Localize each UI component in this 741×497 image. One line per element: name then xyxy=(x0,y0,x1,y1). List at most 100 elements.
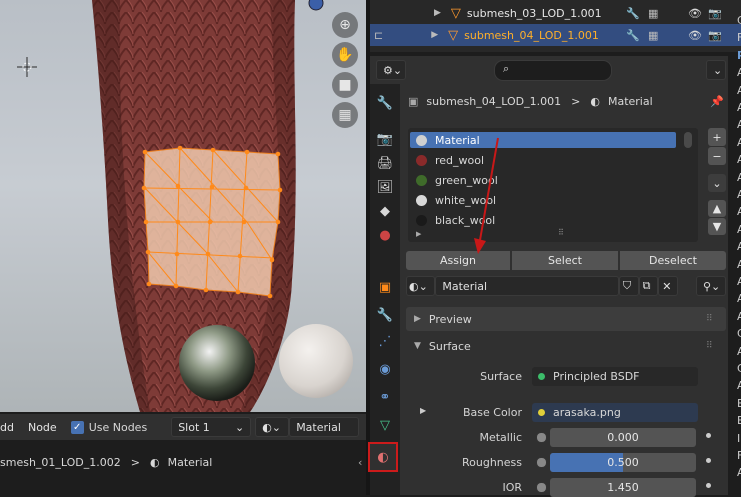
constraints-tab-icon[interactable]: ⚭ xyxy=(374,386,396,408)
eye-icon[interactable]: 👁 xyxy=(688,29,702,42)
outliner-item-name[interactable]: submesh_04_LOD_1.001 xyxy=(464,29,599,42)
move-up-button[interactable]: ▲ xyxy=(708,200,726,217)
base-color-label: Base Color xyxy=(462,406,522,419)
scene-tab-icon[interactable]: ◆ xyxy=(374,200,396,222)
keyframe-dot-icon[interactable] xyxy=(706,458,711,463)
tool-tab-icon[interactable]: 🔧 xyxy=(374,92,396,114)
breadcrumb-separator: > xyxy=(571,94,581,108)
material-preview-icon xyxy=(416,194,427,206)
object-tab-icon[interactable]: ▣ xyxy=(374,276,396,298)
options-dropdown[interactable]: ⌄ xyxy=(706,60,726,80)
metallic-slider[interactable]: 0.000 xyxy=(550,428,696,447)
hand-pan-icon[interactable]: ✋ xyxy=(332,42,358,68)
strip-char: A xyxy=(737,222,741,236)
roughness-label: Roughness xyxy=(461,456,522,469)
metallic-value: 0.000 xyxy=(607,431,639,444)
fake-user-shield-icon[interactable]: ⛉ xyxy=(618,276,639,296)
roughness-slider[interactable]: 0.500 xyxy=(550,453,696,472)
breadcrumb-object: submesh_04_LOD_1.001 xyxy=(426,94,562,108)
node-editor-header: dd Node ✓ Use Nodes Slot 1 ⌄ ◐ ⌄ Material xyxy=(0,414,366,440)
render-tab-icon[interactable]: 📷 xyxy=(374,128,396,150)
browse-material-button[interactable]: ◐ ⌄ xyxy=(406,276,436,296)
select-button[interactable]: Select xyxy=(512,251,618,270)
3d-viewport[interactable]: ⊕ ✋ ■ ▦ xyxy=(0,0,366,412)
material-sphere-icon: ◐ xyxy=(150,455,160,469)
list-item-selected[interactable]: Material xyxy=(410,132,676,148)
remove-slot-button[interactable]: − xyxy=(708,147,726,165)
editor-type-button[interactable]: ⚙ ⌄ xyxy=(376,60,406,80)
zoom-icon[interactable]: ⊕ xyxy=(332,12,358,38)
output-tab-icon[interactable]: 🖨 xyxy=(374,152,396,174)
list-scrollbar[interactable] xyxy=(684,132,692,148)
material-tab-icon[interactable]: ◐ xyxy=(368,442,398,472)
strip-char: A xyxy=(737,309,741,323)
modifier-tab-icon[interactable]: 🔧 xyxy=(374,304,396,326)
particles-tab-icon[interactable]: ⋰ xyxy=(374,330,396,352)
strip-char: A xyxy=(737,83,741,97)
strip-char: F xyxy=(737,449,741,462)
pin-icon[interactable]: 📌 xyxy=(710,95,724,108)
view-layer-tab-icon[interactable]: 🖼 xyxy=(374,176,396,198)
chevron-down-icon: ⌄ xyxy=(271,420,282,434)
menu-add[interactable]: dd xyxy=(0,421,14,434)
strip-char: A xyxy=(737,257,741,271)
keyframe-dot-icon[interactable] xyxy=(706,483,711,488)
expand-arrow-icon[interactable]: ▶ xyxy=(434,8,441,18)
breadcrumb-object: smesh_01_LOD_1.002 xyxy=(0,455,121,469)
strip-char: A xyxy=(737,344,741,358)
material-name-field[interactable]: Material xyxy=(289,417,360,437)
camera-render-icon[interactable]: 📷 xyxy=(708,29,722,42)
outliner-row[interactable]: ▶ ▽ submesh_03_LOD_1.001 🔧 ▦ 👁 📷 xyxy=(370,2,741,24)
checkmark-icon: ✓ xyxy=(70,420,84,434)
material-name-input[interactable]: Material xyxy=(435,276,619,296)
material-sphere-icon: ◐ xyxy=(590,94,600,108)
deselect-button[interactable]: Deselect xyxy=(620,251,726,270)
specials-menu-button[interactable]: ⌄ xyxy=(708,174,726,192)
base-color-field[interactable]: arasaka.png xyxy=(532,403,698,422)
add-slot-button[interactable]: + xyxy=(708,128,726,146)
minus-icon: − xyxy=(712,149,722,163)
expand-arrow-icon[interactable]: ▶ xyxy=(431,30,438,40)
strip-char: C xyxy=(737,327,741,341)
node-link-dropdown[interactable]: ⚲ ⌄ xyxy=(695,276,726,296)
grid-icon[interactable]: ▦ xyxy=(332,102,358,128)
expand-arrow-icon[interactable]: ▶ xyxy=(420,406,426,415)
physics-tab-icon[interactable]: ◉ xyxy=(374,358,396,380)
surface-panel-header[interactable]: ▼ Surface ⠿ xyxy=(406,334,726,358)
use-nodes-checkbox[interactable]: ✓ Use Nodes xyxy=(70,420,147,434)
resize-grip-icon[interactable]: ⠿ xyxy=(558,228,564,237)
outliner-item-name[interactable]: submesh_03_LOD_1.001 xyxy=(467,7,602,20)
expanded-arrow-icon: ▼ xyxy=(414,341,421,351)
surface-shader-field[interactable]: Principled BSDF xyxy=(532,367,698,386)
surface-label: Surface xyxy=(428,339,471,353)
camera-icon[interactable]: ■ xyxy=(332,72,358,98)
chevron-down-icon: ⌄ xyxy=(711,279,721,293)
chevron-down-icon: ⌄ xyxy=(418,279,428,293)
properties-search-input[interactable]: ⌕ xyxy=(494,60,612,81)
camera-render-icon[interactable]: 📷 xyxy=(708,7,722,20)
wrench-icon[interactable]: 🔧 xyxy=(626,7,640,20)
close-icon[interactable]: ✕ xyxy=(658,276,678,296)
chevron-down-icon: ⌄ xyxy=(712,176,722,190)
strip-char: A xyxy=(737,292,741,306)
collapse-arrow-icon[interactable]: ‹ xyxy=(358,456,362,469)
menu-node[interactable]: Node xyxy=(28,421,57,434)
preview-panel-header[interactable]: ▶ Preview ⠿ xyxy=(406,307,726,331)
duplicate-icon[interactable]: ⧉ xyxy=(638,276,659,296)
wrench-icon[interactable]: 🔧 xyxy=(626,29,640,42)
drag-grip-icon[interactable]: ⠿ xyxy=(706,341,713,351)
properties-editor-icon: ⚙ xyxy=(383,63,393,77)
data-tab-icon[interactable]: ▽ xyxy=(374,414,396,436)
move-down-button[interactable]: ▼ xyxy=(708,218,726,235)
drag-grip-icon[interactable]: ⠿ xyxy=(706,314,713,324)
keyframe-dot-icon[interactable] xyxy=(706,433,711,438)
outliner-row-selected[interactable]: ⊏ ▶ ▽ submesh_04_LOD_1.001 🔧 ▦ 👁 📷 xyxy=(370,24,741,46)
material-browse-button[interactable]: ◐ ⌄ xyxy=(255,417,290,437)
world-tab-icon[interactable]: ● xyxy=(374,224,396,246)
slot-dropdown[interactable]: Slot 1 ⌄ xyxy=(171,417,252,437)
chevron-down-icon: ⌄ xyxy=(392,63,403,77)
expand-arrow-icon[interactable]: ▶ xyxy=(416,230,421,238)
material-datablock-row: ◐ ⌄ Material ⛉ ⧉ ✕ ⚲ ⌄ xyxy=(406,276,726,296)
ior-field[interactable]: 1.450 xyxy=(550,478,696,497)
eye-icon[interactable]: 👁 xyxy=(688,7,702,20)
